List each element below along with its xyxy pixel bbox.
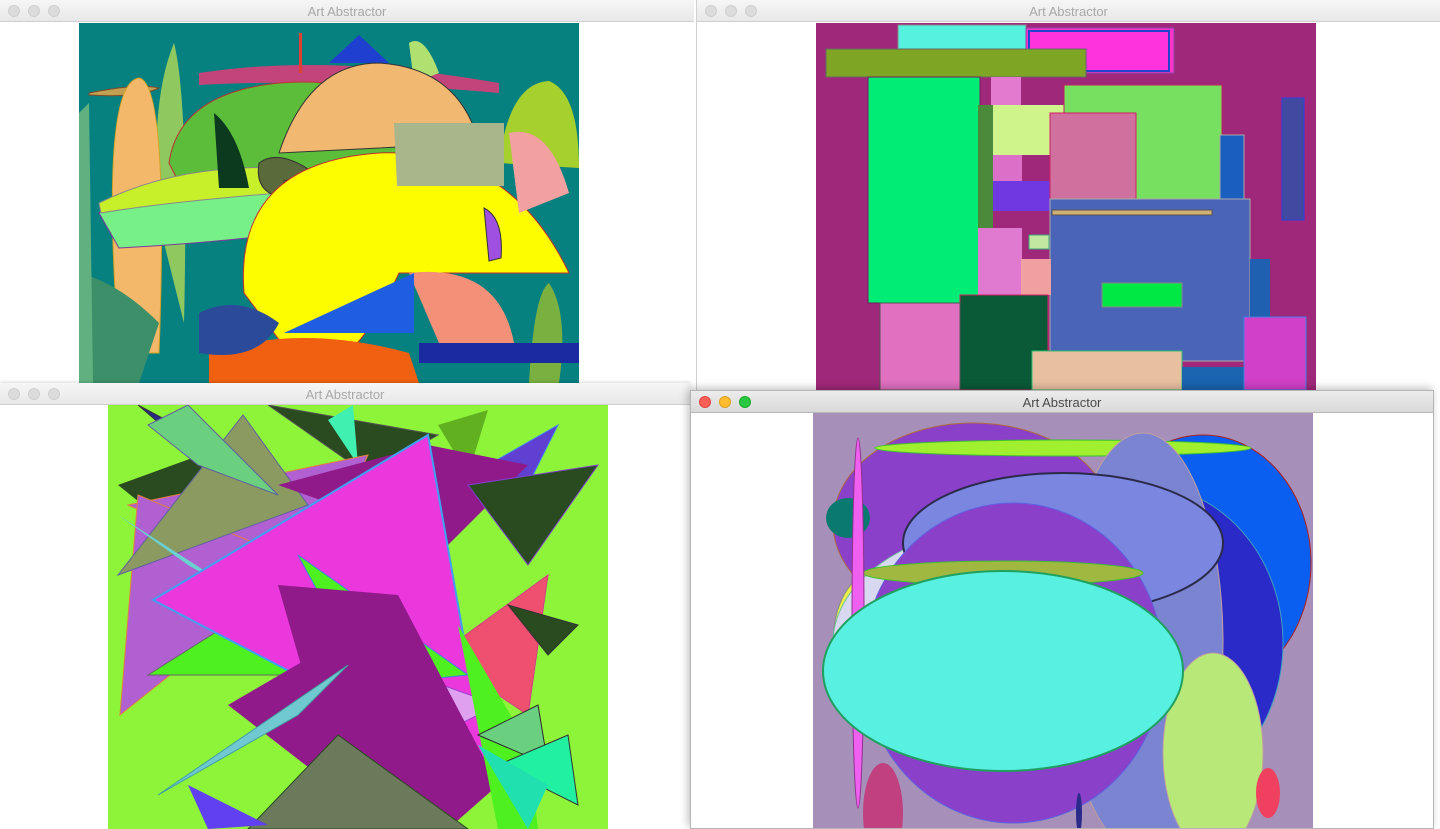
art-window-triangles[interactable]: Art Abstractor xyxy=(0,383,690,829)
art-window-rectangles[interactable]: Art Abstractor xyxy=(696,0,1440,390)
art-window-curves[interactable]: Art Abstractor xyxy=(0,0,694,383)
window-titlebar[interactable]: Art Abstractor xyxy=(0,383,690,405)
window-titlebar[interactable]: Art Abstractor xyxy=(691,391,1433,413)
abstract-triangles-canvas xyxy=(108,405,608,829)
window-title: Art Abstractor xyxy=(1029,4,1108,19)
window-titlebar[interactable]: Art Abstractor xyxy=(697,0,1440,22)
window-title: Art Abstractor xyxy=(305,387,385,402)
window-title: Art Abstractor xyxy=(307,4,387,19)
abstract-ellipses-canvas xyxy=(813,413,1313,828)
art-window-ellipses[interactable]: Art Abstractor xyxy=(690,390,1434,829)
window-titlebar[interactable]: Art Abstractor xyxy=(0,0,694,22)
abstract-rectangles-canvas xyxy=(816,23,1316,390)
abstract-curves-canvas xyxy=(79,23,579,383)
window-title: Art Abstractor xyxy=(1022,395,1102,410)
